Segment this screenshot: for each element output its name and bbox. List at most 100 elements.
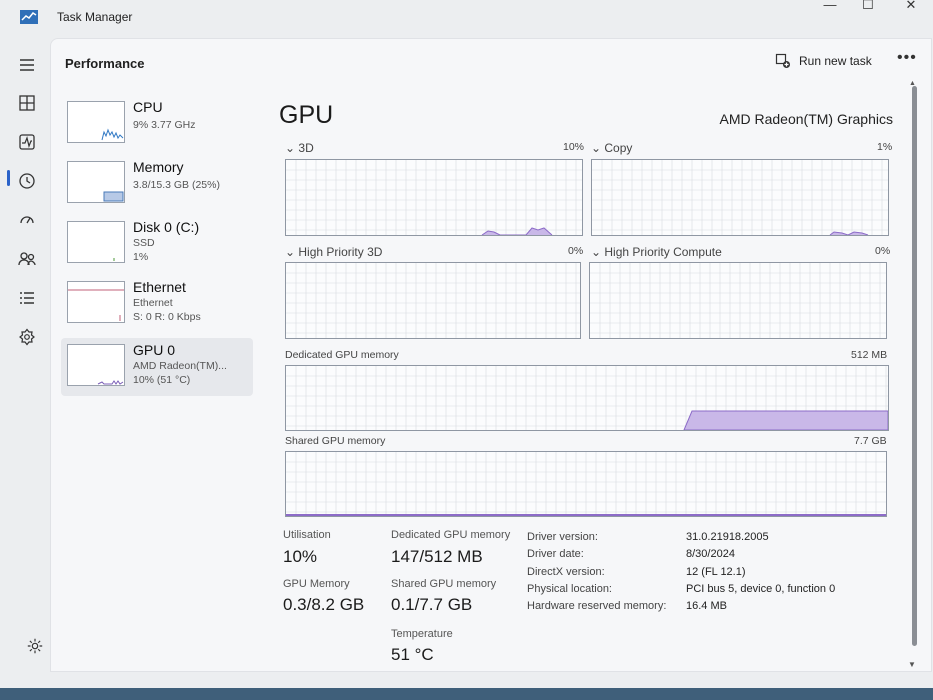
info-key: Physical location: [527,583,612,595]
graph-gridlines [286,263,580,338]
dedicated-gpu-memory-stat-label: Dedicated GPU memory [391,529,511,541]
sidebar-item-label: Disk 0 (C:) [133,219,200,235]
gpu-memory-stat-label: GPU Memory [283,578,350,590]
graph-gridlines [286,452,886,516]
engine-label: Copy [604,141,633,155]
engine-selector-high-priority-compute[interactable]: ⌄ High Priority Compute [591,245,722,259]
graph-gridlines [286,160,582,235]
dedicated-memory-max: 512 MB [851,349,888,361]
engine-label: 3D [298,141,314,155]
info-value: 12 (FL 12.1) [686,566,746,578]
engine-percent: 0% [568,245,584,257]
services-icon[interactable] [17,327,37,347]
engine-selector-copy[interactable]: ⌄ Copy [591,141,632,155]
info-key: Driver version: [527,531,598,543]
sidebar-item-detail: 9% 3.77 GHz [133,119,196,131]
engine-percent: 0% [875,245,891,257]
graph-high-priority-3d [285,262,581,339]
chevron-down-icon: ⌄ [285,245,299,259]
processes-icon[interactable] [17,93,37,113]
shared-gpu-memory-stat-value: 0.1/7.7 GB [391,595,473,614]
sidebar-item-ethernet[interactable]: Ethernet Ethernet S: 0 R: 0 Kbps [61,275,253,333]
memory-thumbnail [67,161,125,203]
engine-label: High Priority 3D [298,245,383,259]
performance-panel: Performance Run new task ••• CPU 9% 3.77… [50,38,932,672]
run-new-task-button[interactable]: Run new task [775,53,872,69]
gpu-model-name: AMD Radeon(TM) Graphics [719,111,894,127]
maximize-button[interactable]: ☐ [850,0,886,14]
info-key: Driver date: [527,548,584,560]
chevron-down-icon: ⌄ [591,245,605,259]
info-value: 8/30/2024 [686,548,735,560]
sidebar-item-detail-2: S: 0 R: 0 Kbps [133,311,201,323]
info-key: Hardware reserved memory: [527,600,667,612]
run-new-task-label: Run new task [799,54,872,68]
run-new-task-icon [775,53,790,68]
sidebar-item-detail-2: 10% (51 °C) [133,374,191,386]
title-bar: Task Manager — ☐ ✕ [0,0,933,36]
info-key: DirectX version: [527,566,605,578]
graph-shared-memory [285,451,887,517]
details-icon[interactable] [17,288,37,308]
graph-dedicated-memory [285,365,889,431]
engine-selector-3d[interactable]: ⌄ 3D [285,141,314,155]
sidebar-item-detail-2: 1% [133,251,149,263]
utilisation-label: Utilisation [283,529,331,541]
dedicated-memory-label: Dedicated GPU memory [285,349,399,361]
gpu-heading: GPU [279,101,334,129]
utilisation-value: 10% [283,547,318,566]
task-manager-app-icon [20,10,38,24]
vertical-scrollbar[interactable] [912,86,917,646]
info-value: PCI bus 5, device 0, function 0 [686,583,836,595]
minimize-button[interactable]: — [812,0,848,14]
startup-apps-icon[interactable] [17,210,37,230]
task-manager-window: Task Manager — ☐ ✕ Performance Run new t… [0,0,933,688]
app-history-icon[interactable] [17,171,37,191]
sidebar-item-detail: Ethernet [133,297,173,309]
settings-gear-icon[interactable] [26,637,44,655]
sidebar-item-cpu[interactable]: CPU 9% 3.77 GHz [61,95,253,153]
graph-high-priority-compute [589,262,887,339]
temperature-value: 51 °C [391,645,434,664]
chevron-down-icon: ⌄ [591,141,605,155]
sidebar-item-detail: AMD Radeon(TM)... [133,360,227,372]
graph-copy [591,159,889,236]
info-value: 31.0.21918.2005 [686,531,769,543]
engine-selector-high-priority-3d[interactable]: ⌄ High Priority 3D [285,245,382,259]
sidebar-item-gpu[interactable]: GPU 0 AMD Radeon(TM)... 10% (51 °C) [61,338,253,396]
sidebar-item-label: CPU [133,99,163,115]
scroll-down-arrow-icon[interactable]: ▼ [908,660,916,669]
nav-selection-indicator [7,170,10,186]
info-value: 16.4 MB [686,600,727,612]
sidebar-item-label: Memory [133,159,184,175]
graph-gridlines [590,263,886,338]
hamburger-menu-icon[interactable] [17,55,37,75]
disk-thumbnail [67,221,125,263]
performance-icon[interactable] [17,132,37,152]
sidebar-item-disk[interactable]: Disk 0 (C:) SSD 1% [61,215,253,273]
page-title: Performance [65,56,145,71]
users-icon[interactable] [17,249,37,269]
gpu-memory-stat-value: 0.3/8.2 GB [283,595,365,614]
sidebar-item-detail: SSD [133,237,155,249]
shared-memory-max: 7.7 GB [854,435,887,447]
sidebar-item-label: Ethernet [133,279,186,295]
temperature-label: Temperature [391,628,453,640]
cpu-thumbnail [67,101,125,143]
window-title: Task Manager [57,10,133,24]
sidebar-item-label: GPU 0 [133,342,176,358]
close-button[interactable]: ✕ [893,0,929,14]
chevron-down-icon: ⌄ [285,141,299,155]
engine-percent: 10% [563,141,585,153]
ethernet-thumbnail [67,281,125,323]
shared-gpu-memory-stat-label: Shared GPU memory [391,578,497,590]
gpu-thumbnail [67,344,125,386]
sidebar-item-detail: 3.8/15.3 GB (25%) [133,179,220,191]
more-options-button[interactable]: ••• [897,49,917,67]
engine-label: High Priority Compute [604,245,722,259]
navigation-rail [0,38,52,688]
graph-3d [285,159,583,236]
graph-gridlines [592,160,888,235]
shared-memory-label: Shared GPU memory [285,435,386,447]
sidebar-item-memory[interactable]: Memory 3.8/15.3 GB (25%) [61,155,253,213]
